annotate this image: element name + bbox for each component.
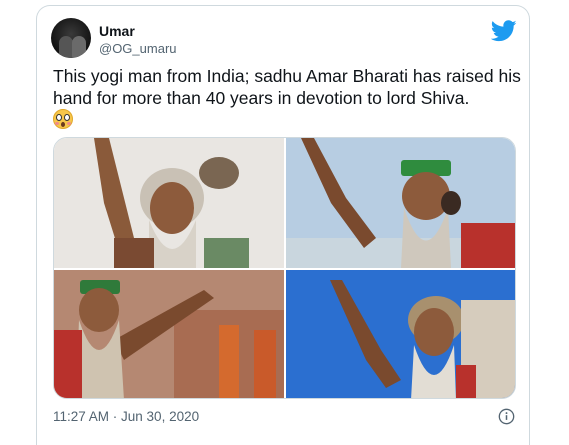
tweet-timestamp[interactable]: 11:27 AM · Jun 30, 2020 [53, 409, 199, 424]
photo-4[interactable] [286, 270, 515, 398]
photo-3[interactable] [54, 270, 284, 398]
info-icon[interactable] [498, 408, 515, 425]
tweet-text: This yogi man from India; sadhu Amar Bha… [53, 65, 523, 131]
display-name[interactable]: Umar [99, 23, 135, 39]
photo-2[interactable] [286, 138, 515, 268]
photo-1[interactable] [54, 138, 284, 268]
user-handle[interactable]: @OG_umaru [99, 41, 177, 56]
twitter-bird-icon[interactable] [491, 20, 517, 42]
flushed-face-emoji [53, 109, 73, 129]
media-grid[interactable] [53, 137, 516, 399]
avatar[interactable] [51, 18, 91, 58]
tweet-card[interactable]: Umar @OG_umaru This yogi man from India;… [36, 5, 530, 445]
tweet-body: This yogi man from India; sadhu Amar Bha… [53, 66, 521, 108]
